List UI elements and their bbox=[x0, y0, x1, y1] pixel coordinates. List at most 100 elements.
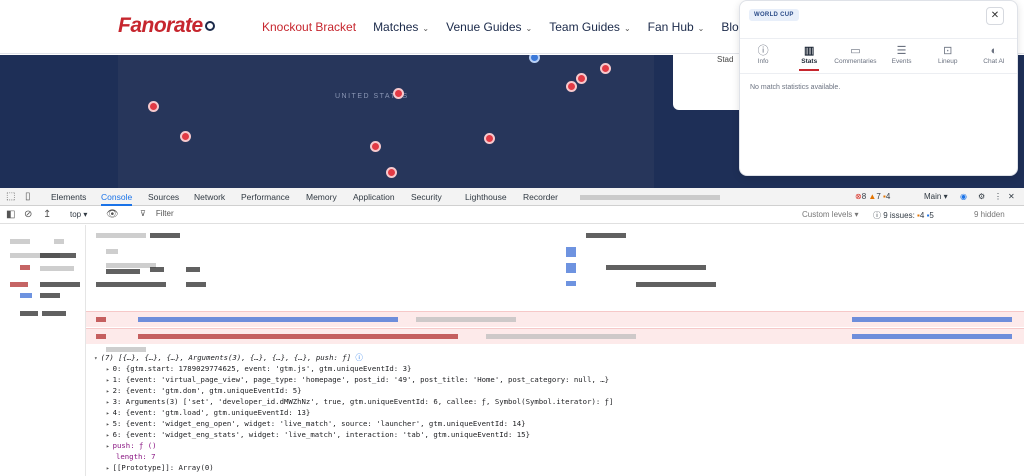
venue-pin[interactable] bbox=[370, 141, 381, 152]
tab-chat-ai[interactable]: ◐ Chat AI bbox=[971, 39, 1017, 73]
chevron-down-icon: ⌄ bbox=[422, 24, 430, 33]
site-logo[interactable]: Fanorate bbox=[118, 14, 215, 38]
tab-security[interactable]: Security bbox=[411, 192, 442, 202]
redacted-text bbox=[40, 266, 74, 271]
tab-network[interactable]: Network bbox=[194, 192, 225, 202]
collapse-triangle-icon: ▸ bbox=[106, 399, 110, 406]
console-array-item[interactable]: ▸ 6: {event: 'widget_eng_stats', widget: … bbox=[106, 430, 530, 439]
redacted-text bbox=[10, 282, 28, 287]
redacted-text bbox=[20, 311, 38, 316]
console-array-item[interactable]: ▸ 2: {event: 'gtm.dom', gtm.uniqueEventId… bbox=[106, 386, 302, 395]
console-array-item[interactable]: ▸ 3: Arguments(3) ['set', 'developer_id.d… bbox=[106, 397, 613, 406]
redacted-log bbox=[566, 263, 576, 273]
redacted-log bbox=[566, 247, 576, 257]
log-levels-select[interactable]: Custom levels ▾ bbox=[802, 210, 859, 219]
context-scope-select[interactable]: top ▾ bbox=[70, 210, 87, 219]
console-array-summary[interactable]: ▾ (7) [{…}, {…}, {…}, Arguments(3), {…}, … bbox=[94, 353, 363, 363]
tab-lineup[interactable]: ⊡ Lineup bbox=[925, 39, 971, 73]
tab-application[interactable]: Application bbox=[353, 192, 395, 202]
venue-pin[interactable] bbox=[393, 88, 404, 99]
console-array-item[interactable]: ▸ push: ƒ () bbox=[106, 441, 157, 450]
venue-pin[interactable] bbox=[484, 133, 495, 144]
venue-pin[interactable] bbox=[600, 63, 611, 74]
nav-fan-hub[interactable]: Fan Hub ⌄ bbox=[648, 20, 705, 34]
chevron-down-icon: ⌄ bbox=[623, 24, 631, 33]
redacted-text bbox=[40, 253, 76, 258]
close-devtools-icon[interactable]: ✕ bbox=[1008, 192, 1015, 201]
tab-recorder[interactable]: Recorder bbox=[523, 192, 558, 202]
console-array-item[interactable]: ▸ 4: {event: 'gtm.load', gtm.uniqueEventI… bbox=[106, 408, 310, 417]
array-summary-text: (7) [{…}, {…}, {…}, Arguments(3), {…}, {… bbox=[100, 353, 352, 362]
map-land bbox=[118, 55, 654, 188]
nav-label: Venue Guides bbox=[446, 20, 522, 34]
eye-icon[interactable]: 👁 bbox=[106, 209, 119, 220]
preserve-log-icon[interactable]: ↥ bbox=[43, 209, 51, 220]
console-array-prototype[interactable]: ▸ [[Prototype]]: Array(0) bbox=[106, 463, 214, 472]
filter-input[interactable]: ⊽ Filter bbox=[130, 209, 795, 222]
tab-info[interactable]: ⓘ Info bbox=[740, 39, 786, 73]
ai-assist-icon[interactable]: ◉ bbox=[960, 192, 967, 201]
warning-count: 7 bbox=[876, 192, 881, 201]
device-toolbar-icon[interactable]: ▯ bbox=[25, 191, 31, 202]
tab-commentaries[interactable]: ▭ Commentaries bbox=[832, 39, 878, 73]
console-array-item[interactable]: ▸ 0: {gtm.start: 1789029774625, event: 'g… bbox=[106, 364, 411, 373]
issue-counters[interactable]: ⊗8 ▲7 ▪4 bbox=[855, 192, 890, 201]
tab-lighthouse[interactable]: Lighthouse bbox=[465, 192, 507, 202]
tab-events[interactable]: ☰ Events bbox=[879, 39, 925, 73]
console-error-row[interactable] bbox=[86, 311, 1024, 327]
nav-matches[interactable]: Matches ⌄ bbox=[373, 20, 429, 34]
console-error-row[interactable] bbox=[86, 328, 1024, 344]
tab-performance[interactable]: Performance bbox=[241, 192, 290, 202]
redacted-log bbox=[150, 233, 180, 238]
clear-console-icon[interactable]: ⊘ bbox=[24, 209, 32, 220]
collapse-triangle-icon: ▸ bbox=[106, 410, 110, 417]
gear-icon[interactable]: ⚙ bbox=[978, 192, 985, 201]
collapse-triangle-icon: ▸ bbox=[106, 377, 110, 384]
world-cup-widget: WORLD CUP ✕ ⓘ Info ▥ Stats ▭ Commentaries ☰… bbox=[739, 0, 1018, 176]
nav-venue-guides[interactable]: Venue Guides ⌄ bbox=[446, 20, 532, 34]
tab-label: Lineup bbox=[938, 58, 958, 65]
tab-stats[interactable]: ▥ Stats bbox=[786, 39, 832, 73]
collapse-triangle-icon: ▸ bbox=[106, 421, 110, 428]
redacted-log bbox=[138, 334, 458, 339]
tab-sources[interactable]: Sources bbox=[148, 192, 179, 202]
close-button[interactable]: ✕ bbox=[986, 7, 1004, 25]
venue-pin[interactable] bbox=[148, 101, 159, 112]
redacted-log bbox=[106, 347, 146, 352]
tab-elements[interactable]: Elements bbox=[51, 192, 86, 202]
tab-memory[interactable]: Memory bbox=[306, 192, 337, 202]
redacted-log bbox=[186, 282, 206, 287]
redacted-text bbox=[20, 265, 30, 270]
sidebar-toggle-icon[interactable]: ◧ bbox=[6, 209, 15, 220]
context-label: Main bbox=[924, 192, 942, 201]
redacted-log bbox=[106, 269, 140, 274]
venue-pin[interactable] bbox=[576, 73, 587, 84]
venue-pin[interactable] bbox=[386, 167, 397, 178]
more-menu-icon[interactable]: ⋮ bbox=[994, 192, 1002, 201]
nav-knockout-bracket[interactable]: Knockout Bracket bbox=[262, 20, 356, 34]
redacted-log bbox=[416, 317, 516, 322]
redacted-log bbox=[186, 267, 200, 272]
console-array-item[interactable]: ▸ 5: {event: 'widget_eng_open', widget: '… bbox=[106, 419, 526, 428]
collapse-triangle-icon: ▸ bbox=[106, 388, 110, 395]
redacted-text bbox=[42, 311, 66, 316]
item-text: push: ƒ () bbox=[112, 441, 157, 450]
tab-console[interactable]: Console bbox=[101, 192, 133, 206]
expand-triangle-icon: ▾ bbox=[94, 355, 98, 362]
issues-info-count: 5 bbox=[929, 211, 934, 220]
world-cup-badge: WORLD CUP bbox=[749, 9, 799, 21]
redacted-text bbox=[10, 239, 30, 244]
nav-team-guides[interactable]: Team Guides ⌄ bbox=[549, 20, 630, 34]
inspect-icon[interactable]: ⬚ bbox=[6, 191, 15, 202]
redacted-log bbox=[150, 267, 164, 272]
collapse-triangle-icon: ▸ bbox=[106, 465, 110, 472]
issues-button[interactable]: ⓘ 9 issues: ▪4 ▪5 bbox=[873, 210, 934, 221]
console-array-item[interactable]: ▸ 1: {event: 'virtual_page_view', page_ty… bbox=[106, 375, 609, 384]
venue-pin[interactable] bbox=[180, 131, 191, 142]
venue-pin[interactable] bbox=[566, 81, 577, 92]
chat-ai-icon: ◐ bbox=[990, 45, 998, 57]
hidden-count: 9 hidden bbox=[974, 210, 1005, 219]
issues-warning-count: 4 bbox=[919, 211, 925, 220]
context-selector[interactable]: Main ▾ bbox=[924, 192, 948, 201]
redacted-log bbox=[636, 282, 716, 287]
